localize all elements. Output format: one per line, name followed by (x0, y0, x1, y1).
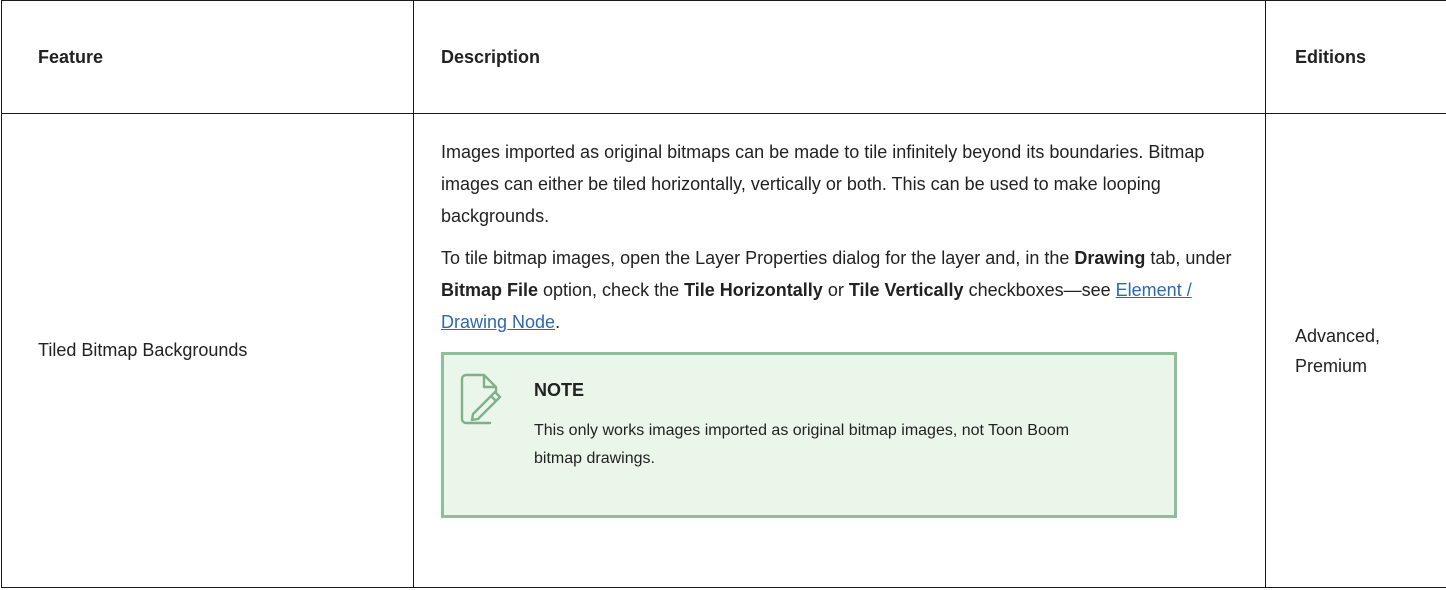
edition-premium: Premium (1295, 355, 1368, 376)
p2-bold-tile-vertically: Tile Vertically (848, 280, 964, 300)
edition-advanced: Advanced, (1295, 325, 1381, 346)
note-text: This only works images imported as origi… (534, 422, 1070, 467)
table-row: Tiled Bitmap Backgrounds Images imported… (1, 113, 1446, 588)
p2-text-end: . (555, 312, 561, 332)
editions-cell: Advanced, Premium (1265, 113, 1446, 588)
description-paragraph-2: To tile bitmap images, open the Layer Pr… (441, 242, 1239, 338)
header-editions: Editions (1265, 0, 1446, 114)
p2-bold-bitmap-file: Bitmap File (441, 280, 539, 300)
note-box: NOTE This only works images imported as … (441, 352, 1177, 518)
header-feature: Feature (1, 0, 414, 114)
p2-text-1: To tile bitmap images, open the Layer Pr… (441, 248, 1075, 268)
p2-bold-tile-horizontally: Tile Horizontally (684, 280, 823, 300)
description-paragraph-1: Images imported as original bitmaps can … (441, 142, 1205, 226)
table-header-row: Feature Description Editions (1, 0, 1446, 114)
p2-text-5: checkboxes—see (963, 280, 1116, 300)
note-title: NOTE (534, 380, 585, 400)
description-cell: Images imported as original bitmaps can … (413, 113, 1266, 588)
feature-table: Feature Description Editions Tiled Bitma… (1, 0, 1446, 588)
p2-text-3: option, check the (538, 280, 685, 300)
p2-text-2: tab, under (1145, 248, 1232, 268)
header-description: Description (413, 0, 1266, 114)
note-pencil-icon (460, 373, 502, 425)
p2-bold-drawing: Drawing (1074, 248, 1146, 268)
feature-cell: Tiled Bitmap Backgrounds (1, 113, 414, 588)
p2-text-4: or (822, 280, 849, 300)
